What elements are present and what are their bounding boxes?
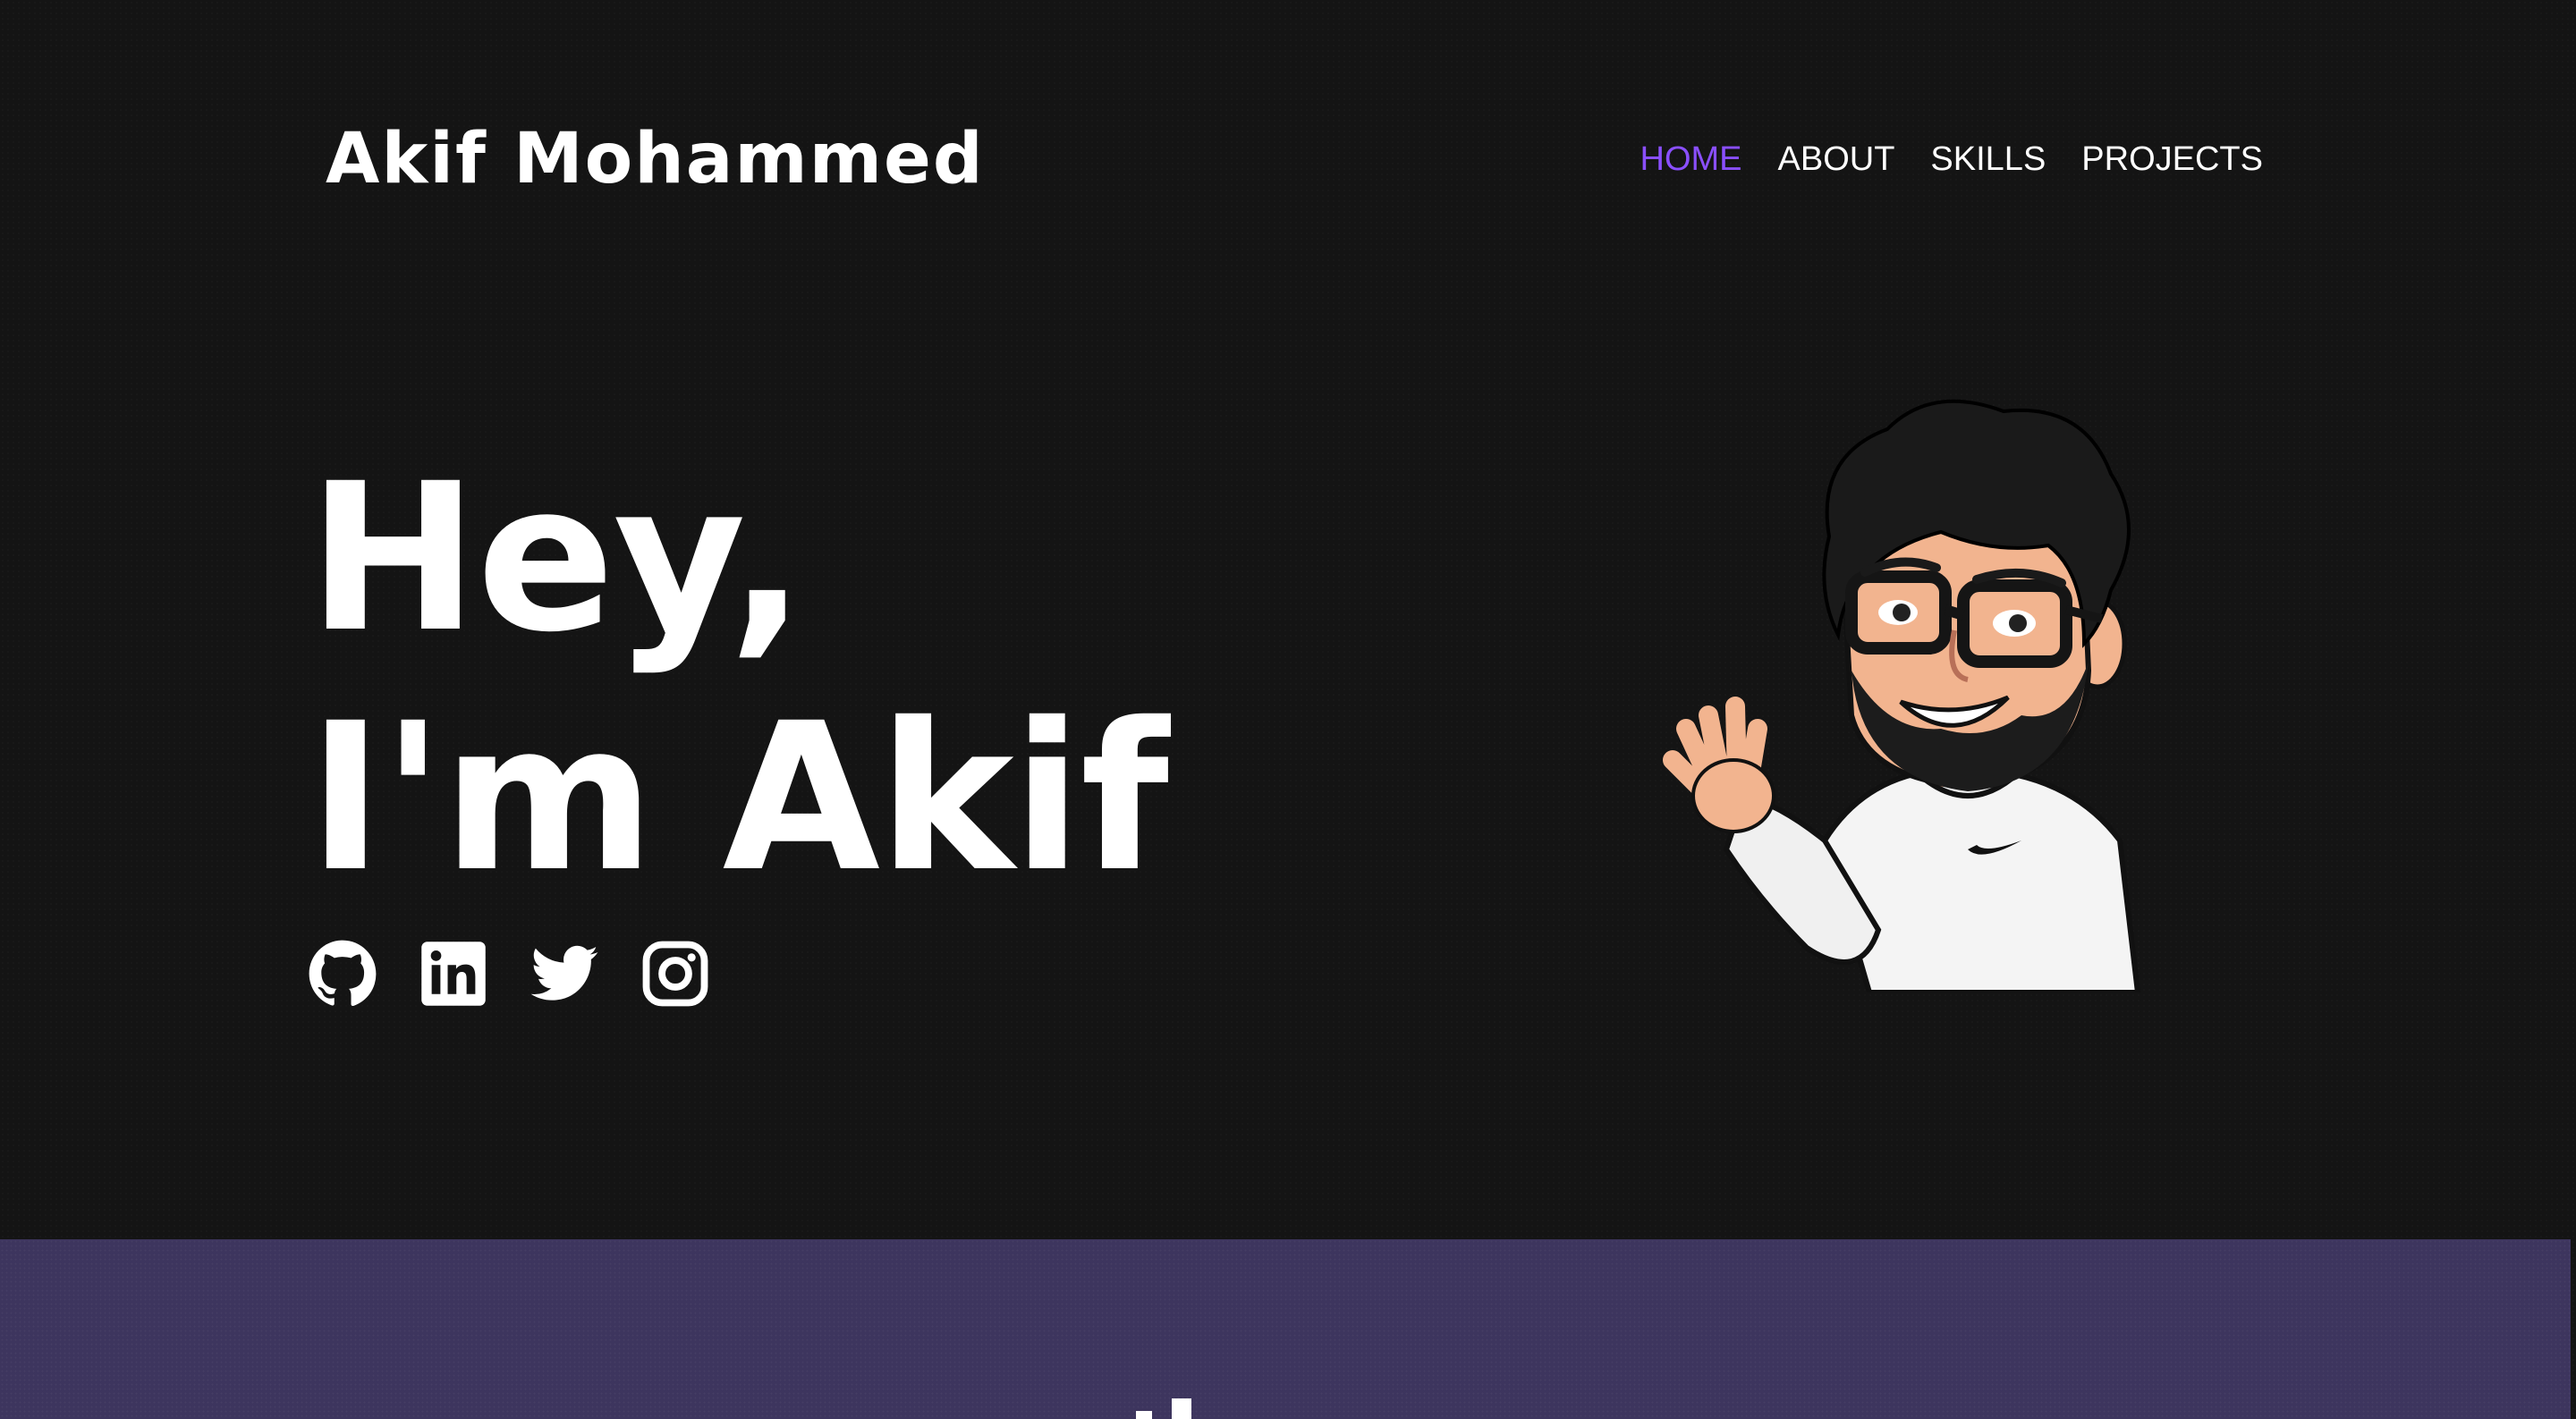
social-links [308,939,710,1009]
nav-skills[interactable]: SKILLS [1930,134,2046,184]
nav-about[interactable]: ABOUT [1778,134,1895,184]
twitter-icon[interactable] [530,939,599,1009]
github-icon[interactable] [308,939,377,1009]
heading-glyph-top [1136,1398,1191,1419]
hero-greeting: Hey, [308,439,806,677]
linkedin-icon[interactable] [419,939,488,1009]
main-nav: HOME ABOUT SKILLS PROJECTS [1640,134,2263,184]
nav-home[interactable]: HOME [1640,134,1742,184]
hero-name: I'm Akif [308,679,1169,916]
nav-projects[interactable]: PROJECTS [2081,134,2263,184]
about-section-band [0,1239,2571,1419]
site-brand[interactable]: Akif Mohammed [326,114,985,204]
page: Akif Mohammed HOME ABOUT SKILLS PROJECTS… [0,0,2576,1419]
waving-memoji-avatar [1663,399,2141,992]
instagram-icon[interactable] [640,939,710,1009]
